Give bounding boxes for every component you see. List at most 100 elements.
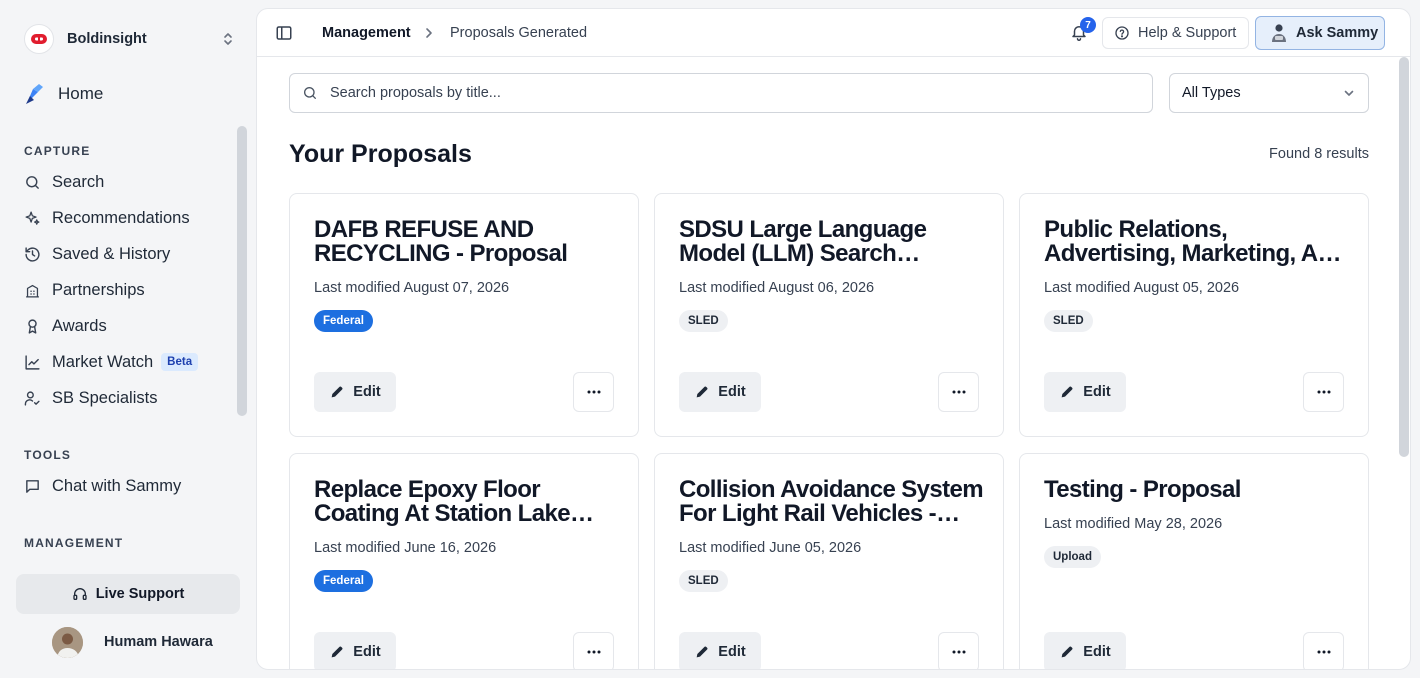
main-scroll-thumb[interactable] <box>1399 57 1409 457</box>
sidebar-item-label: Saved & History <box>52 244 171 263</box>
top-bar: Management Proposals Generated 7 Help & … <box>257 9 1410 57</box>
sidebar-toggle-icon[interactable] <box>275 24 293 42</box>
edit-label: Edit <box>718 644 746 660</box>
home-logo-icon <box>26 84 43 104</box>
sidebar-item-chat-with-sammy[interactable]: Chat with Sammy <box>24 474 181 498</box>
proposal-card: Collision Avoidance System For Light Rai… <box>654 453 1004 669</box>
ellipsis-icon <box>952 390 965 394</box>
proposal-type-badge: Upload <box>1044 546 1101 568</box>
edit-button[interactable]: Edit <box>1044 372 1126 412</box>
pencil-icon <box>331 386 343 398</box>
beta-badge: Beta <box>161 353 199 371</box>
org-name: Boldinsight <box>67 31 147 47</box>
sidebar-scrollbar[interactable] <box>237 126 247 566</box>
sidebar-item-label: Search <box>52 172 105 191</box>
proposal-title[interactable]: DAFB REFUSE AND RECYCLING - Proposal <box>314 218 624 266</box>
proposal-type-badge: SLED <box>1044 310 1093 332</box>
more-options-button[interactable] <box>1303 372 1344 412</box>
proposal-title[interactable]: SDSU Large Language Model (LLM) Search P… <box>679 218 989 266</box>
proposal-title[interactable]: Replace Epoxy Floor Coating At Station L… <box>314 478 624 526</box>
edit-label: Edit <box>353 384 381 400</box>
edit-label: Edit <box>1083 644 1111 660</box>
sidebar-scroll-thumb[interactable] <box>237 126 247 416</box>
edit-button[interactable]: Edit <box>314 372 396 412</box>
search-icon <box>26 175 39 189</box>
edit-button[interactable]: Edit <box>314 632 396 669</box>
user-check-icon <box>24 390 40 406</box>
search-field[interactable] <box>289 73 1153 113</box>
notification-badge: 7 <box>1080 17 1096 33</box>
edit-button[interactable]: Edit <box>679 372 761 412</box>
edit-label: Edit <box>353 644 381 660</box>
sidebar-item-label: Awards <box>52 316 107 335</box>
award-icon <box>28 318 37 334</box>
results-count: Found 8 results <box>1269 146 1369 162</box>
chart-line-icon <box>25 354 40 370</box>
proposal-date: Last modified August 06, 2026 <box>679 280 875 296</box>
live-support-label: Live Support <box>95 586 185 602</box>
edit-label: Edit <box>1083 384 1111 400</box>
sammy-avatar-icon <box>1272 24 1286 42</box>
sidebar-item-label: Chat with Sammy <box>52 476 182 495</box>
proposal-date: Last modified May 28, 2026 <box>1044 516 1223 532</box>
section-title-capture: CAPTURE <box>24 144 91 158</box>
search-icon <box>304 87 316 99</box>
sidebar-item-label: SB Specialists <box>52 388 158 407</box>
chevron-up-down-icon <box>224 33 232 45</box>
main-scrollbar[interactable] <box>1399 57 1409 457</box>
sidebar-item-label: Market Watch <box>52 352 154 371</box>
more-options-button[interactable] <box>573 632 614 669</box>
pencil-icon <box>696 386 708 398</box>
more-options-button[interactable] <box>573 372 614 412</box>
proposal-card: DAFB REFUSE AND RECYCLING - Proposal Las… <box>289 193 639 437</box>
proposal-title[interactable]: Collision Avoidance System For Light Rai… <box>679 478 989 526</box>
headset-icon <box>73 588 87 600</box>
search-input[interactable] <box>330 85 1130 101</box>
sidebar-item-market-watch[interactable]: Market Watch Beta <box>24 350 199 374</box>
live-support-button[interactable]: Live Support <box>16 574 240 614</box>
pencil-icon <box>331 646 343 658</box>
sidebar-item-search[interactable]: Search <box>24 170 104 194</box>
sidebar-item-saved-history[interactable]: Saved & History <box>24 242 170 266</box>
proposal-type-badge: SLED <box>679 570 728 592</box>
ask-sammy-button[interactable]: Ask Sammy <box>1255 16 1385 50</box>
help-support-button[interactable]: Help & Support <box>1102 17 1249 49</box>
sidebar-item-label: Partnerships <box>52 280 145 299</box>
edit-button[interactable]: Edit <box>1044 632 1126 669</box>
sidebar-nav[interactable]: CAPTURE Search Recommendations Saved & H… <box>0 126 250 566</box>
sidebar-item-partnerships[interactable]: Partnerships <box>24 278 145 302</box>
sidebar-item-recommendations[interactable]: Recommendations <box>24 206 190 230</box>
help-support-label: Help & Support <box>1138 25 1237 41</box>
sidebar-item-awards[interactable]: Awards <box>24 314 107 338</box>
sidebar: Boldinsight Home CAPTURE Search Recommen… <box>0 0 256 678</box>
proposal-title[interactable]: Public Relations, Advertising, Marketing… <box>1044 218 1354 266</box>
breadcrumb-management[interactable]: Management <box>322 25 411 41</box>
breadcrumb-proposals-generated[interactable]: Proposals Generated <box>450 25 587 41</box>
avatar <box>52 626 83 658</box>
nav-home[interactable]: Home <box>24 80 103 108</box>
user-name: Humam Hawara <box>104 634 213 650</box>
proposal-type-badge: Federal <box>314 570 373 592</box>
message-square-icon <box>26 479 39 493</box>
history-icon <box>25 246 40 262</box>
org-switcher[interactable]: Boldinsight <box>24 22 236 56</box>
edit-button[interactable]: Edit <box>679 632 761 669</box>
more-options-button[interactable] <box>1303 632 1344 669</box>
proposal-card: SDSU Large Language Model (LLM) Search P… <box>654 193 1004 437</box>
pencil-icon <box>696 646 708 658</box>
section-title-management: MANAGEMENT <box>24 536 124 550</box>
more-options-button[interactable] <box>938 632 979 669</box>
proposal-date: Last modified June 05, 2026 <box>679 540 862 556</box>
sidebar-item-sb-specialists[interactable]: SB Specialists <box>24 386 157 410</box>
chevron-right-icon <box>426 28 432 38</box>
org-logo-icon <box>24 24 54 54</box>
user-menu[interactable]: Humam Hawara <box>52 626 213 658</box>
proposal-title[interactable]: Testing - Proposal <box>1044 478 1354 502</box>
edit-label: Edit <box>718 384 746 400</box>
more-options-button[interactable] <box>938 372 979 412</box>
sparkles-icon <box>25 210 40 225</box>
ellipsis-icon <box>1317 390 1330 394</box>
type-filter-value: All Types <box>1182 85 1241 101</box>
ellipsis-icon <box>587 390 600 394</box>
type-filter-select[interactable]: All Types <box>1169 73 1369 113</box>
